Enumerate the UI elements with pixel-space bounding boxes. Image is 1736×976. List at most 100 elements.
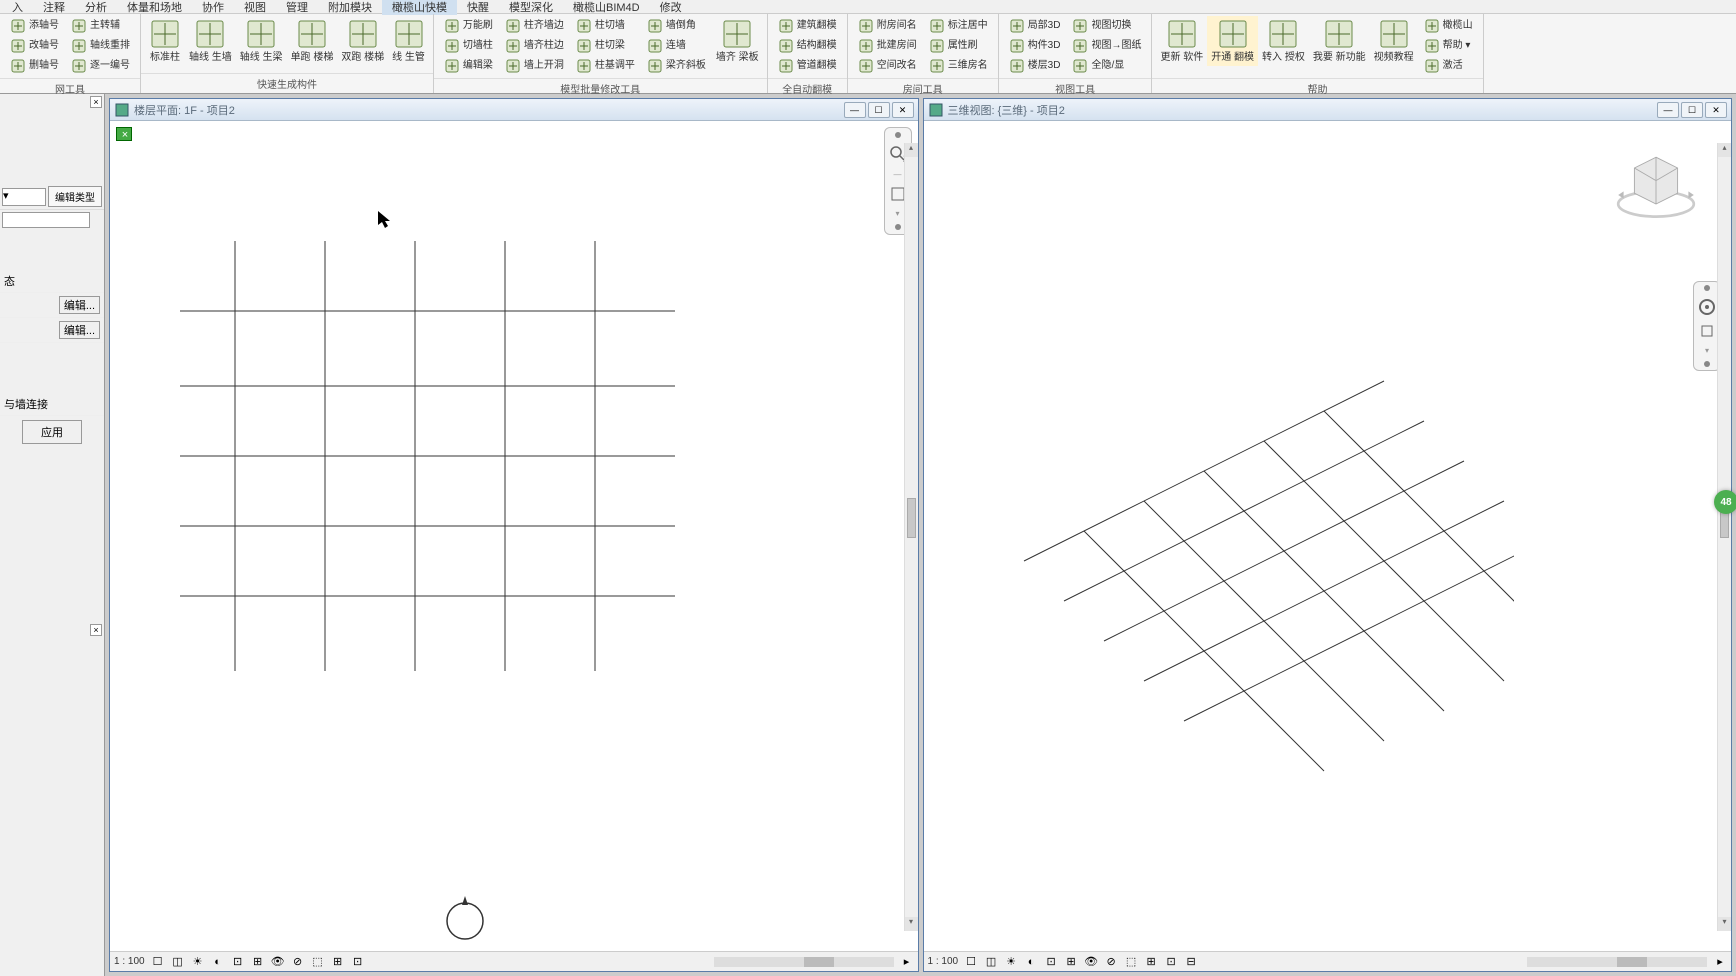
activate-button[interactable]: 激活 — [1421, 56, 1466, 76]
minimize-button[interactable]: — — [1657, 102, 1679, 118]
col-align-button[interactable]: 柱齐墙边 — [502, 16, 567, 36]
constraints-icon[interactable]: ⊡ — [1164, 955, 1178, 969]
cut-wall-col-button[interactable]: 切墙柱 — [441, 36, 496, 56]
local3d-button[interactable]: 局部3D — [1006, 16, 1064, 36]
minimize-button[interactable]: — — [844, 102, 866, 118]
att-room-button[interactable]: 附房间名 — [855, 16, 920, 36]
crop-show-icon[interactable]: ⊞ — [251, 955, 265, 969]
create-room-button[interactable]: 批建房间 — [855, 36, 920, 56]
maximize-button[interactable]: ☐ — [1681, 102, 1703, 118]
constraints-icon[interactable]: ⊡ — [351, 955, 365, 969]
visual-style-icon[interactable]: ◫ — [984, 955, 998, 969]
sun-path-icon[interactable]: ☀ — [1004, 955, 1018, 969]
reveal-icon[interactable]: ⬚ — [311, 955, 325, 969]
detail-level-icon[interactable]: ☐ — [151, 955, 165, 969]
scroll-right-icon[interactable]: ▸ — [900, 955, 914, 969]
type-dropdown[interactable]: ▾ — [2, 188, 46, 206]
panel-textbox[interactable] — [2, 212, 90, 228]
scale-label[interactable]: 1 : 100 — [928, 956, 959, 967]
worksharing-icon[interactable]: ⊞ — [331, 955, 345, 969]
wall-corner-button[interactable]: 墙倒角 — [644, 16, 699, 36]
reveal-icon[interactable]: ⬚ — [1124, 955, 1138, 969]
detail-level-icon[interactable]: ☐ — [964, 955, 978, 969]
menu-item[interactable]: 协作 — [192, 0, 234, 15]
crop-icon[interactable]: ⊞ — [1064, 955, 1078, 969]
join-wall-button[interactable]: 连墙 — [644, 36, 689, 56]
crop-icon[interactable]: ⊡ — [231, 955, 245, 969]
vertical-scrollbar[interactable]: ▴▾ — [904, 143, 918, 931]
update-button[interactable]: 更新 软件 — [1156, 16, 1207, 66]
menu-item[interactable]: 分析 — [75, 0, 117, 15]
menu-item[interactable]: 模型深化 — [499, 0, 563, 15]
edit-button-1[interactable]: 编辑... — [59, 296, 100, 314]
temp-hide-icon[interactable]: ⊘ — [1104, 955, 1118, 969]
pipe-model-button[interactable]: 管道翻模 — [775, 56, 840, 76]
visual-style-icon[interactable]: ◫ — [171, 955, 185, 969]
beam-slope-button[interactable]: 梁齐斜板 — [644, 56, 709, 76]
open-button[interactable]: 开通 翻模 — [1207, 16, 1258, 66]
help-button[interactable]: 帮助 ▾ — [1421, 36, 1474, 56]
edit-type-button[interactable]: 编辑类型 — [48, 186, 102, 207]
apply-button[interactable]: 应用 — [22, 420, 82, 444]
menu-item[interactable]: 入 — [2, 0, 33, 15]
nav-expand-icon[interactable]: ▾ — [895, 209, 899, 218]
arch-model-button[interactable]: 建筑翻模 — [775, 16, 840, 36]
worksharing-icon[interactable]: ⊞ — [1144, 955, 1158, 969]
menu-item[interactable]: 视图 — [234, 0, 276, 15]
multi-cut-button[interactable]: 万能刷 — [441, 16, 496, 36]
shadows-icon[interactable]: ◐ — [1024, 955, 1038, 969]
olive-button[interactable]: 橄榄山 — [1421, 16, 1476, 36]
menu-item[interactable]: 快醒 — [457, 0, 499, 15]
step-num-button[interactable]: 逐一编号 — [68, 56, 133, 76]
menu-item[interactable]: 附加模块 — [318, 0, 382, 15]
hide-show-button[interactable]: 全隐/显 — [1069, 56, 1127, 76]
space-name-button[interactable]: 空间改名 — [855, 56, 920, 76]
del-axis-button[interactable]: 删轴号 — [7, 56, 62, 76]
single-stair-button[interactable]: 单跑 楼梯 — [287, 16, 338, 66]
floor3d-button[interactable]: 楼层3D — [1006, 56, 1064, 76]
render-icon[interactable]: ⊡ — [1044, 955, 1058, 969]
transfer-button[interactable]: 转入 授权 — [1258, 16, 1309, 66]
3d-room-button[interactable]: 三维房名 — [926, 56, 991, 76]
col-base-adj-button[interactable]: 柱基调平 — [573, 56, 638, 76]
axis-wall-button[interactable]: 轴线 生墙 — [185, 16, 236, 66]
pan-icon[interactable] — [1699, 323, 1715, 339]
unhide-icon[interactable]: 👁 — [1084, 955, 1098, 969]
axis-renum-button[interactable]: 轴线重排 — [68, 36, 133, 56]
want-button[interactable]: 我要 新功能 — [1309, 16, 1370, 66]
3d-view-titlebar[interactable]: 三维视图: {三维} - 项目2 — ☐ ✕ — [924, 99, 1732, 121]
view-cube[interactable] — [1611, 141, 1701, 231]
comp3d-button[interactable]: 构件3D — [1006, 36, 1064, 56]
plan-view-canvas[interactable]: × 2D — ▾ — [110, 121, 918, 951]
panel-close-button[interactable]: × — [90, 96, 102, 108]
panel-close-button-2[interactable]: × — [90, 624, 102, 636]
menu-item[interactable]: 体量和场地 — [117, 0, 192, 15]
std-column-button[interactable]: 标准柱 — [145, 16, 185, 66]
edit-beam-button[interactable]: 编辑梁 — [441, 56, 496, 76]
mark-center-button[interactable]: 标注居中 — [926, 16, 991, 36]
view-control-icon[interactable]: × — [116, 127, 132, 141]
plan-view-titlebar[interactable]: 楼层平面: 1F - 项目2 — ☐ ✕ — [110, 99, 918, 121]
video-button[interactable]: 视频教程 — [1370, 16, 1418, 66]
main-aux-button[interactable]: 主转辅 — [68, 16, 123, 36]
menu-item-active[interactable]: 橄榄山快模 — [382, 0, 457, 15]
view-switch-button[interactable]: 视图切换 — [1069, 16, 1134, 36]
menu-item[interactable]: 注释 — [33, 0, 75, 15]
unhide-icon[interactable]: 👁 — [271, 955, 285, 969]
wall-align-button[interactable]: 墙齐柱边 — [502, 36, 567, 56]
temp-hide-icon[interactable]: ⊘ — [291, 955, 305, 969]
scroll-right-icon[interactable]: ▸ — [1713, 955, 1727, 969]
shadows-icon[interactable]: ◐ — [211, 955, 225, 969]
maximize-button[interactable]: ☐ — [868, 102, 890, 118]
mod-axis-button[interactable]: 改轴号 — [7, 36, 62, 56]
menu-item[interactable]: 橄榄山BIM4D — [563, 0, 650, 15]
line-pipe-button[interactable]: 线 生管 — [388, 16, 429, 66]
wall-open-button[interactable]: 墙上开洞 — [502, 56, 567, 76]
analytical-icon[interactable]: ⊟ — [1184, 955, 1198, 969]
prop-mark-button[interactable]: 属性刷 — [926, 36, 981, 56]
wheel-icon[interactable] — [1697, 297, 1717, 317]
col-cut-wall-button[interactable]: 柱切墙 — [573, 16, 628, 36]
struct-model-button[interactable]: 结构翻模 — [775, 36, 840, 56]
double-stair-button[interactable]: 双跑 楼梯 — [337, 16, 388, 66]
axis-beam-button[interactable]: 轴线 生梁 — [236, 16, 287, 66]
